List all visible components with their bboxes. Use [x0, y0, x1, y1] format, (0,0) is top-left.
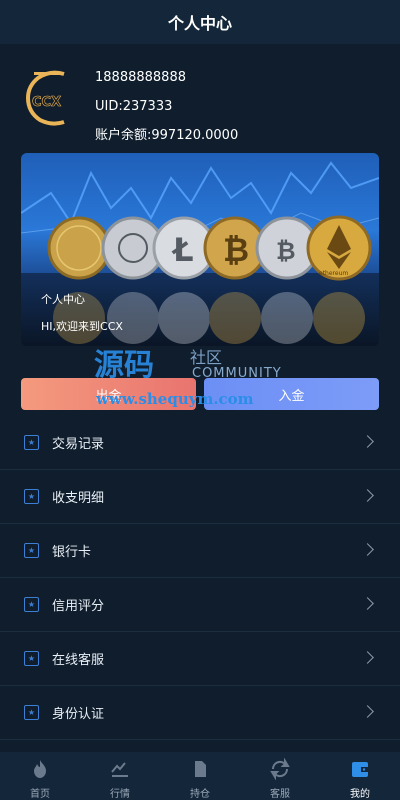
- banner-title: 个人中心: [41, 293, 85, 306]
- svg-text:₿: ₿: [276, 237, 296, 265]
- refresh-icon: [270, 758, 290, 780]
- tab-positions[interactable]: 持仓: [160, 752, 240, 800]
- menu-item-transactions[interactable]: ★ 交易记录: [0, 416, 400, 470]
- banner: Ł ₿ ₿ ethereum 个人中心 HI,欢迎来到CCX: [21, 153, 379, 346]
- phone-number: 18888888888: [95, 70, 186, 85]
- menu-list: ★ 交易记录 ★ 收支明细 ★ 银行卡 ★ 信用评分 ★ 在线客服 ★ 身份认证: [0, 416, 400, 740]
- tab-home[interactable]: 首页: [0, 752, 80, 800]
- document-icon: [195, 761, 206, 777]
- flame-icon: [34, 760, 46, 778]
- user-uid: UID:237333: [95, 99, 173, 114]
- wallet-icon: [352, 762, 368, 777]
- chevron-right-icon: [361, 651, 374, 664]
- star-icon: ★: [24, 597, 39, 612]
- menu-item-credit-score[interactable]: ★ 信用评分: [0, 578, 400, 632]
- menu-item-label: 身份认证: [52, 707, 105, 722]
- menu-item-online-support[interactable]: ★ 在线客服: [0, 632, 400, 686]
- star-icon: ★: [24, 435, 39, 450]
- withdraw-button[interactable]: 出金: [21, 378, 196, 410]
- menu-item-bank-card[interactable]: ★ 银行卡: [0, 524, 400, 578]
- tab-market[interactable]: 行情: [80, 752, 160, 800]
- tab-label: 客服: [270, 789, 290, 800]
- bottom-tabbar: 首页 行情 持仓 客服 我的: [0, 752, 400, 800]
- star-icon: ★: [24, 705, 39, 720]
- star-icon: ★: [24, 489, 39, 504]
- ethereum-label: ethereum: [319, 270, 348, 277]
- profile-section: CCX 18888888888 UID:237333 账户余额:997120.0…: [0, 44, 400, 152]
- chevron-right-icon: [361, 543, 374, 556]
- deposit-label: 入金: [278, 388, 305, 404]
- ccx-logo: CCX: [25, 70, 65, 126]
- chevron-right-icon: [361, 597, 374, 610]
- star-icon: ★: [24, 651, 39, 666]
- withdraw-label: 出金: [95, 388, 122, 404]
- tab-support[interactable]: 客服: [240, 752, 320, 800]
- tab-label: 首页: [30, 789, 50, 800]
- account-balance: 账户余额:997120.0000: [95, 128, 239, 143]
- logo-text: CCX: [32, 95, 61, 110]
- coin-ethereum: ethereum: [306, 215, 372, 281]
- page-title: 个人中心: [167, 14, 232, 33]
- tab-mine[interactable]: 我的: [320, 752, 400, 800]
- menu-item-statement[interactable]: ★ 收支明细: [0, 470, 400, 524]
- page-header: 个人中心: [0, 0, 400, 44]
- menu-item-label: 银行卡: [52, 545, 92, 560]
- chevron-right-icon: [361, 489, 374, 502]
- menu-item-label: 在线客服: [52, 653, 105, 668]
- menu-item-identity[interactable]: ★ 身份认证: [0, 686, 400, 740]
- svg-text:Ł: Ł: [171, 231, 194, 269]
- menu-item-label: 收支明细: [52, 491, 105, 506]
- deposit-button[interactable]: 入金: [204, 378, 379, 410]
- banner-subtitle: HI,欢迎来到CCX: [41, 320, 123, 333]
- chevron-right-icon: [361, 705, 374, 718]
- star-icon: ★: [24, 543, 39, 558]
- profile-info: 18888888888 UID:237333 账户余额:997120.0000: [95, 68, 238, 155]
- tab-label: 持仓: [190, 789, 210, 800]
- watermark-small: 社区: [190, 348, 223, 367]
- coin-gold-1: [47, 216, 111, 280]
- chevron-right-icon: [361, 435, 374, 448]
- tab-label: 行情: [110, 789, 130, 800]
- menu-item-label: 交易记录: [52, 437, 105, 452]
- menu-item-label: 信用评分: [52, 599, 105, 614]
- chart-icon: [111, 762, 128, 777]
- tab-label: 我的: [350, 789, 370, 800]
- svg-text:₿: ₿: [223, 231, 249, 269]
